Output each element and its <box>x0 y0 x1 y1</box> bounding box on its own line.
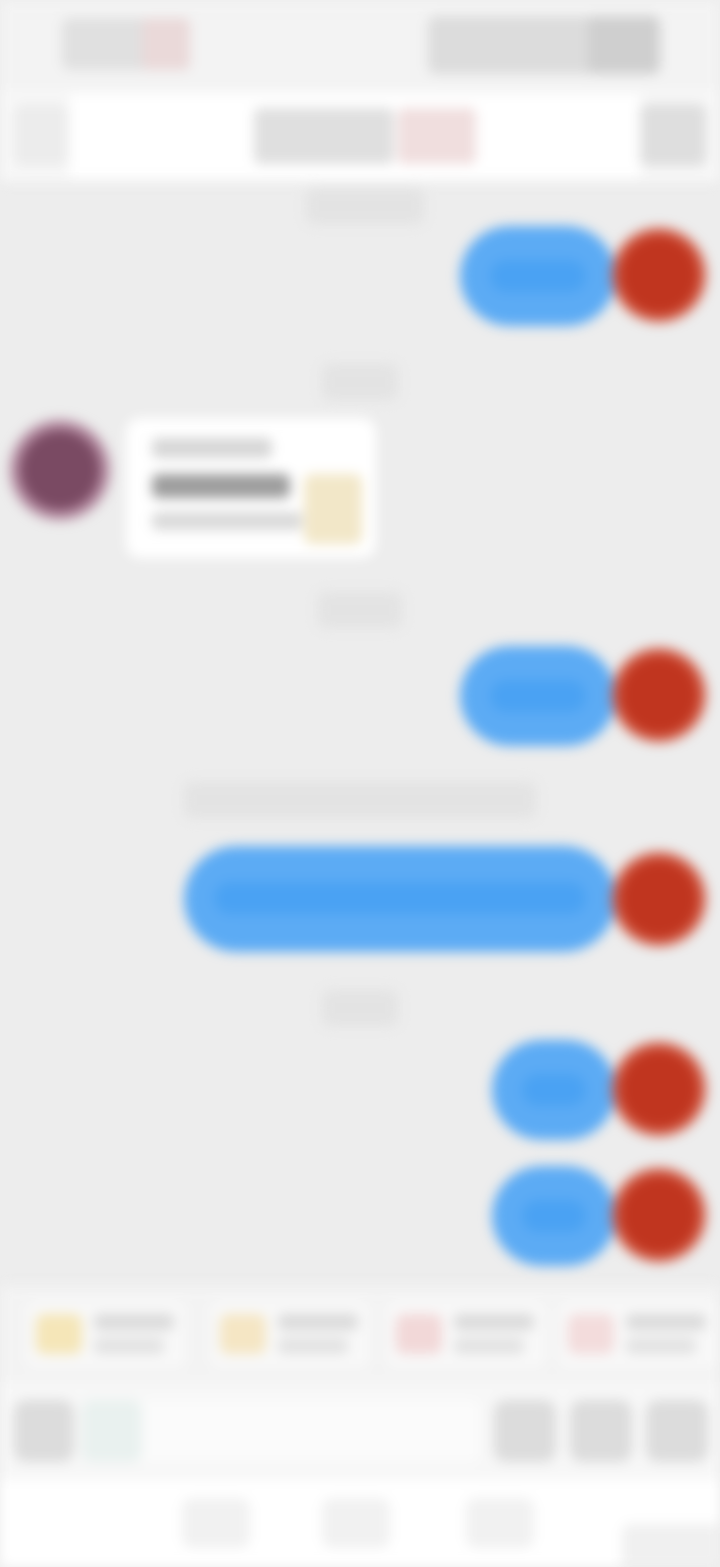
home-icon[interactable] <box>322 1498 390 1548</box>
battery-icon <box>588 16 660 74</box>
chat-header <box>0 90 720 182</box>
notification-icon <box>142 18 190 70</box>
chat-title <box>254 108 394 164</box>
quick-action-chip[interactable] <box>26 1300 186 1368</box>
chevron-left-icon[interactable] <box>14 104 68 166</box>
timestamp <box>318 592 402 628</box>
timestamp <box>322 990 398 1026</box>
avatar[interactable] <box>612 1168 706 1262</box>
microphone-icon[interactable] <box>14 1400 74 1462</box>
card-thumbnail <box>304 474 362 544</box>
outgoing-message-bubble[interactable] <box>492 1040 616 1140</box>
avatar[interactable] <box>612 852 706 946</box>
timestamp <box>184 782 536 818</box>
sticker-icon[interactable] <box>570 1400 632 1462</box>
card-caption <box>152 512 302 530</box>
quick-action-chip[interactable] <box>558 1300 718 1368</box>
emoji-icon[interactable] <box>494 1400 556 1462</box>
status-bar <box>0 0 720 90</box>
outgoing-message-bubble[interactable] <box>492 1166 616 1266</box>
more-icon[interactable] <box>640 104 706 166</box>
quick-action-icon <box>568 1314 614 1354</box>
back-icon[interactable] <box>466 1498 534 1548</box>
chat-title-badge <box>398 108 476 164</box>
input-accent <box>82 1400 142 1462</box>
plus-icon[interactable] <box>646 1400 708 1462</box>
avatar[interactable] <box>612 648 706 742</box>
quick-action-chip[interactable] <box>386 1300 546 1368</box>
timestamp <box>306 188 424 224</box>
quick-action-chip[interactable] <box>210 1300 370 1368</box>
status-time <box>62 18 190 70</box>
status-indicators <box>428 16 660 74</box>
quick-actions-bar <box>0 1286 720 1382</box>
card-subtitle <box>152 474 290 498</box>
avatar[interactable] <box>612 228 706 322</box>
quick-action-icon <box>396 1314 442 1354</box>
avatar[interactable] <box>10 420 110 520</box>
avatar[interactable] <box>612 1042 706 1136</box>
system-navigation-bar <box>0 1480 720 1567</box>
message-input[interactable] <box>82 1400 480 1462</box>
message-input-bar <box>0 1382 720 1480</box>
quick-action-icon <box>36 1314 82 1354</box>
outgoing-message-bubble[interactable] <box>460 226 616 326</box>
incoming-card-message[interactable] <box>126 418 376 558</box>
quick-action-icon <box>220 1314 266 1354</box>
outgoing-message-bubble[interactable] <box>460 646 616 746</box>
corner-indicator <box>622 1524 720 1567</box>
outgoing-message-bubble[interactable] <box>184 846 616 952</box>
card-title <box>152 438 272 458</box>
chat-screen <box>0 0 720 1567</box>
timestamp <box>322 364 398 400</box>
menu-icon[interactable] <box>182 1498 250 1548</box>
